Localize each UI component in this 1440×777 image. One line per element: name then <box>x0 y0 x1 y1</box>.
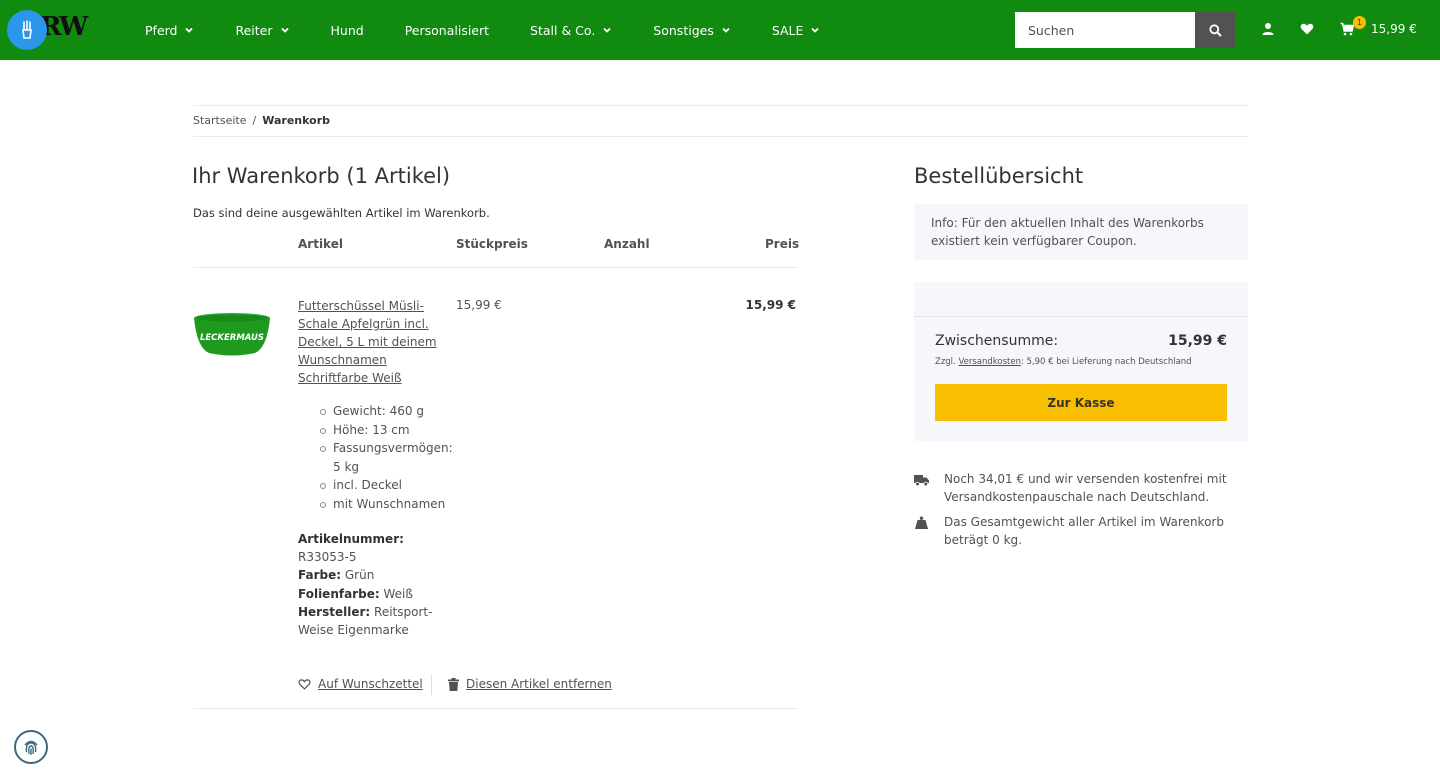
product-image[interactable]: LECKERMAUS <box>193 312 271 357</box>
attribute-item: Fassungsvermögen: 5 kg <box>320 439 455 476</box>
breadcrumb: Startseite / Warenkorb <box>193 114 330 127</box>
column-header-price: Preis <box>765 237 800 251</box>
nav-item-pferd[interactable]: Pferd <box>145 23 194 38</box>
cart-count-badge: 1 <box>1353 16 1366 29</box>
subtotal-value: 15,99 € <box>1168 333 1227 349</box>
weight-icon <box>915 516 928 529</box>
product-meta: Artikelnummer: R33053-5 Farbe: Grün Foli… <box>298 530 438 639</box>
divider <box>193 708 797 709</box>
divider <box>193 136 1248 137</box>
cart-subtitle: Das sind deine ausgewählten Artikel im W… <box>193 206 490 220</box>
column-header-unit-price: Stückpreis <box>456 237 528 251</box>
attribute-item: mit Wunschnamen <box>320 495 455 514</box>
nav-item-sale[interactable]: SALE <box>772 23 821 38</box>
shipping-note: Zzgl. Versandkosten: 5,90 € bei Lieferun… <box>935 357 1192 367</box>
remove-item-button[interactable]: Diesen Artikel entfernen <box>448 677 612 691</box>
nav-item-sonstiges[interactable]: Sonstiges <box>653 23 731 38</box>
order-summary-box: Zwischensumme: 15,99 € Zzgl. Versandkost… <box>914 282 1248 441</box>
chevron-down-icon <box>603 27 611 33</box>
product-name-link[interactable]: Futterschüssel Müsli-Schale Apfelgrün in… <box>298 297 448 387</box>
top-navbar: RW Pferd Reiter Hund Personalisiert Stal… <box>0 0 1440 60</box>
cart-total[interactable]: 15,99 € <box>1371 22 1417 36</box>
fingerprint-icon <box>24 740 38 755</box>
truck-icon <box>914 475 929 487</box>
accessibility-button[interactable] <box>7 10 47 50</box>
search-icon <box>1208 23 1222 37</box>
shipping-costs-link[interactable]: Versandkosten <box>958 357 1021 367</box>
chevron-down-icon <box>811 27 820 33</box>
heart-icon[interactable] <box>1300 22 1314 36</box>
nav-item-stall[interactable]: Stall & Co. <box>530 23 612 38</box>
nav-item-reiter[interactable]: Reiter <box>235 23 289 38</box>
consent-settings-button[interactable] <box>14 730 48 764</box>
heart-outline-icon <box>298 679 311 690</box>
breadcrumb-current: Warenkorb <box>262 114 330 127</box>
order-summary-title: Bestellübersicht <box>914 164 1084 188</box>
attribute-item: incl. Deckel <box>320 476 455 495</box>
meta-article-number: Artikelnummer: R33053-5 <box>298 532 404 565</box>
nav-item-personalisiert[interactable]: Personalisiert <box>405 23 489 38</box>
main-nav: Pferd Reiter Hund Personalisiert Stall &… <box>145 0 861 60</box>
breadcrumb-home[interactable]: Startseite <box>193 114 247 127</box>
free-shipping-note: Noch 34,01 € und wir versenden kostenfre… <box>944 472 1227 504</box>
meta-color: Farbe: Grün <box>298 568 375 583</box>
chevron-down-icon <box>280 27 289 33</box>
trash-icon <box>448 677 459 691</box>
meta-manufacturer: Hersteller: Reitsport-Weise Eigenmarke <box>298 604 433 638</box>
nav-item-hund[interactable]: Hund <box>331 23 364 38</box>
subtotal-label: Zwischensumme: <box>935 333 1059 349</box>
breadcrumb-separator: / <box>252 114 257 127</box>
divider <box>193 267 797 268</box>
chevron-down-icon <box>185 27 194 33</box>
meta-foil-color: Folienfarbe: Weiß <box>298 586 413 601</box>
action-separator <box>431 675 432 695</box>
column-header-quantity: Anzahl <box>604 237 650 251</box>
line-price: 15,99 € <box>745 298 796 312</box>
search-input[interactable] <box>1015 12 1195 48</box>
accessibility-icon <box>22 20 32 39</box>
chevron-down-icon <box>722 27 730 33</box>
divider <box>193 105 1248 106</box>
column-header-article: Artikel <box>298 237 343 251</box>
user-icon[interactable] <box>1261 22 1275 36</box>
attribute-item: Gewicht: 460 g <box>320 402 455 421</box>
weight-note: Das Gesamtgewicht aller Artikel im Waren… <box>944 515 1224 547</box>
unit-price: 15,99 € <box>456 298 502 312</box>
page-title: Ihr Warenkorb (1 Artikel) <box>192 164 451 188</box>
product-image-label: LECKERMAUS <box>200 333 264 343</box>
search-button[interactable] <box>1195 12 1235 48</box>
divider <box>914 316 1248 317</box>
coupon-info-box: Info: Für den aktuellen Inhalt des Waren… <box>914 204 1248 260</box>
product-attributes: Gewicht: 460 g Höhe: 13 cm Fassungsvermö… <box>320 402 455 513</box>
search-bar <box>1015 12 1235 48</box>
add-to-wishlist-button[interactable]: Auf Wunschzettel <box>298 677 423 691</box>
checkout-button[interactable]: Zur Kasse <box>935 384 1227 421</box>
attribute-item: Höhe: 13 cm <box>320 421 455 440</box>
site-logo[interactable]: RW <box>40 12 88 42</box>
cart-icon[interactable] <box>1340 22 1354 36</box>
